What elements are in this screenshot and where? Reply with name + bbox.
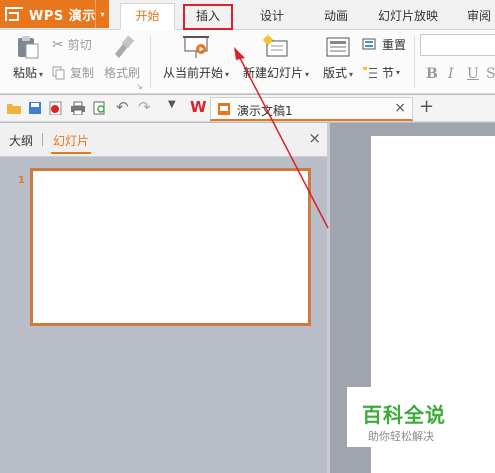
undo-icon[interactable]: ↶ <box>116 98 129 116</box>
copy-label: 复制 <box>70 66 95 80</box>
tab-slides[interactable]: 幻灯片 <box>53 132 89 149</box>
reset-button[interactable]: 重置 <box>362 36 406 53</box>
slide-number: 1 <box>18 175 25 186</box>
presentation-play-icon <box>183 36 209 58</box>
section-icon <box>363 66 377 78</box>
app-menu-button[interactable]: WPS 演示 ▾ <box>0 0 109 28</box>
reset-icon <box>362 38 376 49</box>
document-tab[interactable]: 演示文稿1 × <box>210 97 413 121</box>
wps-w-logo-icon[interactable]: W <box>190 98 207 116</box>
copy-button[interactable]: 复制 <box>52 64 94 81</box>
chevron-down-icon: ▾ <box>39 70 44 79</box>
add-tab-icon[interactable]: + <box>419 96 434 117</box>
layout-icon <box>326 37 350 57</box>
underline-button[interactable]: U <box>467 66 479 82</box>
section-label: 节 <box>382 66 395 80</box>
chevron-down-icon: ▾ <box>305 70 310 79</box>
watermark-title: 百科全说 <box>362 403 446 427</box>
layout-label: 版式 <box>322 66 347 80</box>
section-button[interactable]: 节 ▾ <box>362 64 400 81</box>
cut-label: 剪切 <box>67 38 92 52</box>
format-painter-button[interactable]: 格式刷 <box>102 34 142 81</box>
print-preview-icon[interactable] <box>92 101 108 115</box>
ribbon-separator <box>414 36 415 88</box>
print-icon[interactable] <box>70 101 86 115</box>
document-title: 演示文稿1 <box>237 104 293 118</box>
presentation-file-icon <box>218 103 230 115</box>
close-icon[interactable]: × <box>394 100 406 116</box>
scissors-icon: ✂ <box>52 36 64 53</box>
tab-design[interactable]: 设计 <box>250 4 294 28</box>
format-painter-label: 格式刷 <box>103 66 140 80</box>
quick-access-bar: ↶ ↷ ▼ W 演示文稿1 × + <box>0 95 495 122</box>
slides-panel: 大纲 幻灯片 × 1 <box>0 123 327 473</box>
paste-label: 粘贴 <box>12 66 37 80</box>
reset-label: 重置 <box>382 38 407 52</box>
tab-review[interactable]: 审阅 <box>459 4 495 28</box>
chevron-down-icon: ▾ <box>396 68 401 77</box>
paste-button[interactable]: 粘贴 ▾ <box>6 34 50 81</box>
copy-icon <box>52 66 65 79</box>
ribbon-toolbar: 粘贴 ▾ ✂ 剪切 复制 格式刷 ↘ 从当前开始 ▾ 新建幻灯片 ▾ 版式 ▾ … <box>0 30 495 94</box>
slide-thumbnail[interactable] <box>30 168 311 326</box>
paste-icon <box>18 36 39 59</box>
chevron-down-icon: ▾ <box>225 70 230 79</box>
from-current-label: 从当前开始 <box>162 66 223 80</box>
wps-logo-icon <box>5 7 23 21</box>
new-slide-label: 新建幻灯片 <box>242 66 303 80</box>
chevron-down-icon[interactable]: ▾ <box>95 0 109 28</box>
font-name-input[interactable] <box>420 34 495 56</box>
strikethrough-button[interactable]: S <box>486 66 495 82</box>
new-slide-icon <box>262 34 288 57</box>
dialog-launcher-icon[interactable]: ↘ <box>136 82 143 91</box>
chevron-down-icon: ▾ <box>349 70 354 79</box>
bold-button[interactable]: B <box>426 66 438 82</box>
ribbon-separator <box>150 36 151 88</box>
tab-home[interactable]: 开始 <box>120 3 175 30</box>
tab-animation[interactable]: 动画 <box>314 4 358 28</box>
active-tab-indicator <box>51 152 91 154</box>
panel-tab-divider <box>42 133 43 146</box>
tab-insert[interactable]: 插入 <box>183 4 233 30</box>
watermark: 百科全说 助你轻松解决 <box>347 387 471 447</box>
redo-icon[interactable]: ↷ <box>138 98 151 116</box>
app-name: WPS 演示 <box>29 8 96 24</box>
customize-dropdown-icon[interactable]: ▼ <box>168 99 176 110</box>
brush-icon <box>115 35 135 58</box>
cut-button[interactable]: ✂ 剪切 <box>52 36 92 53</box>
layout-button[interactable]: 版式 ▾ <box>318 34 358 81</box>
new-slide-button[interactable]: 新建幻灯片 ▾ <box>240 34 312 81</box>
menu-tab-bar: WPS 演示 ▾ 开始 插入 设计 动画 幻灯片放映 审阅 <box>0 0 495 30</box>
panel-header: 大纲 幻灯片 × <box>0 123 327 157</box>
tab-outline[interactable]: 大纲 <box>9 132 33 149</box>
tab-slideshow[interactable]: 幻灯片放映 <box>370 4 446 28</box>
italic-button[interactable]: I <box>448 66 454 82</box>
close-icon[interactable]: × <box>308 129 321 147</box>
open-folder-icon[interactable] <box>6 101 22 115</box>
save-icon[interactable] <box>28 101 42 115</box>
play-from-current-button[interactable]: 从当前开始 ▾ <box>158 34 234 81</box>
export-pdf-icon[interactable] <box>48 101 64 115</box>
watermark-subtitle: 助你轻松解决 <box>368 430 434 443</box>
